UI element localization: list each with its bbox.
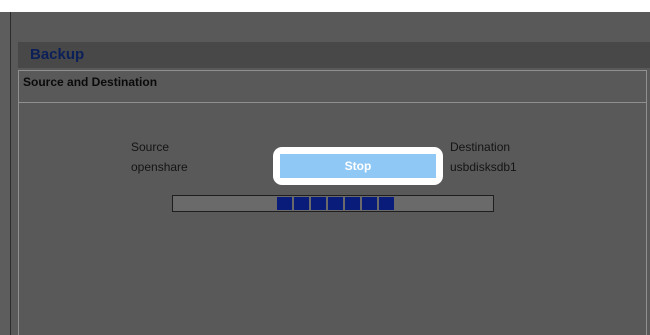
source-value: openshare [131, 160, 188, 174]
panel-header: Source and Destination [19, 71, 646, 103]
page-title: Backup [30, 46, 85, 63]
destination-value: usbdisksdb1 [450, 160, 517, 174]
progress-bar [172, 195, 494, 212]
progress-segment [277, 197, 292, 210]
top-strip [0, 0, 650, 12]
progress-segment [294, 197, 309, 210]
progress-segment [345, 197, 360, 210]
progress-segment [379, 197, 394, 210]
destination-label: Destination [450, 140, 511, 154]
source-label: Source [131, 140, 170, 154]
panel-title: Source and Destination [23, 75, 158, 89]
title-bar: Backup [18, 42, 650, 68]
stop-button[interactable]: Stop [280, 154, 436, 178]
stop-button-highlight: Stop [273, 147, 443, 185]
progress-segment [328, 197, 343, 210]
progress-segment [362, 197, 377, 210]
progress-segment [311, 197, 326, 210]
